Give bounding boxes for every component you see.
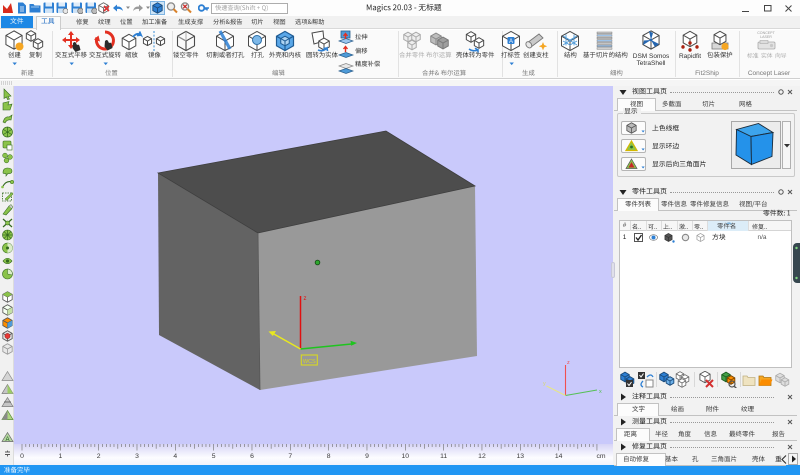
- svg-text:z: z: [567, 360, 570, 366]
- svg-text:z: z: [304, 296, 307, 302]
- svg-text:A: A: [509, 39, 513, 45]
- svg-text:WCS: WCS: [303, 359, 316, 365]
- svg-text:y: y: [543, 381, 546, 387]
- svg-text:A: A: [5, 437, 9, 443]
- svg-text:x: x: [599, 389, 602, 395]
